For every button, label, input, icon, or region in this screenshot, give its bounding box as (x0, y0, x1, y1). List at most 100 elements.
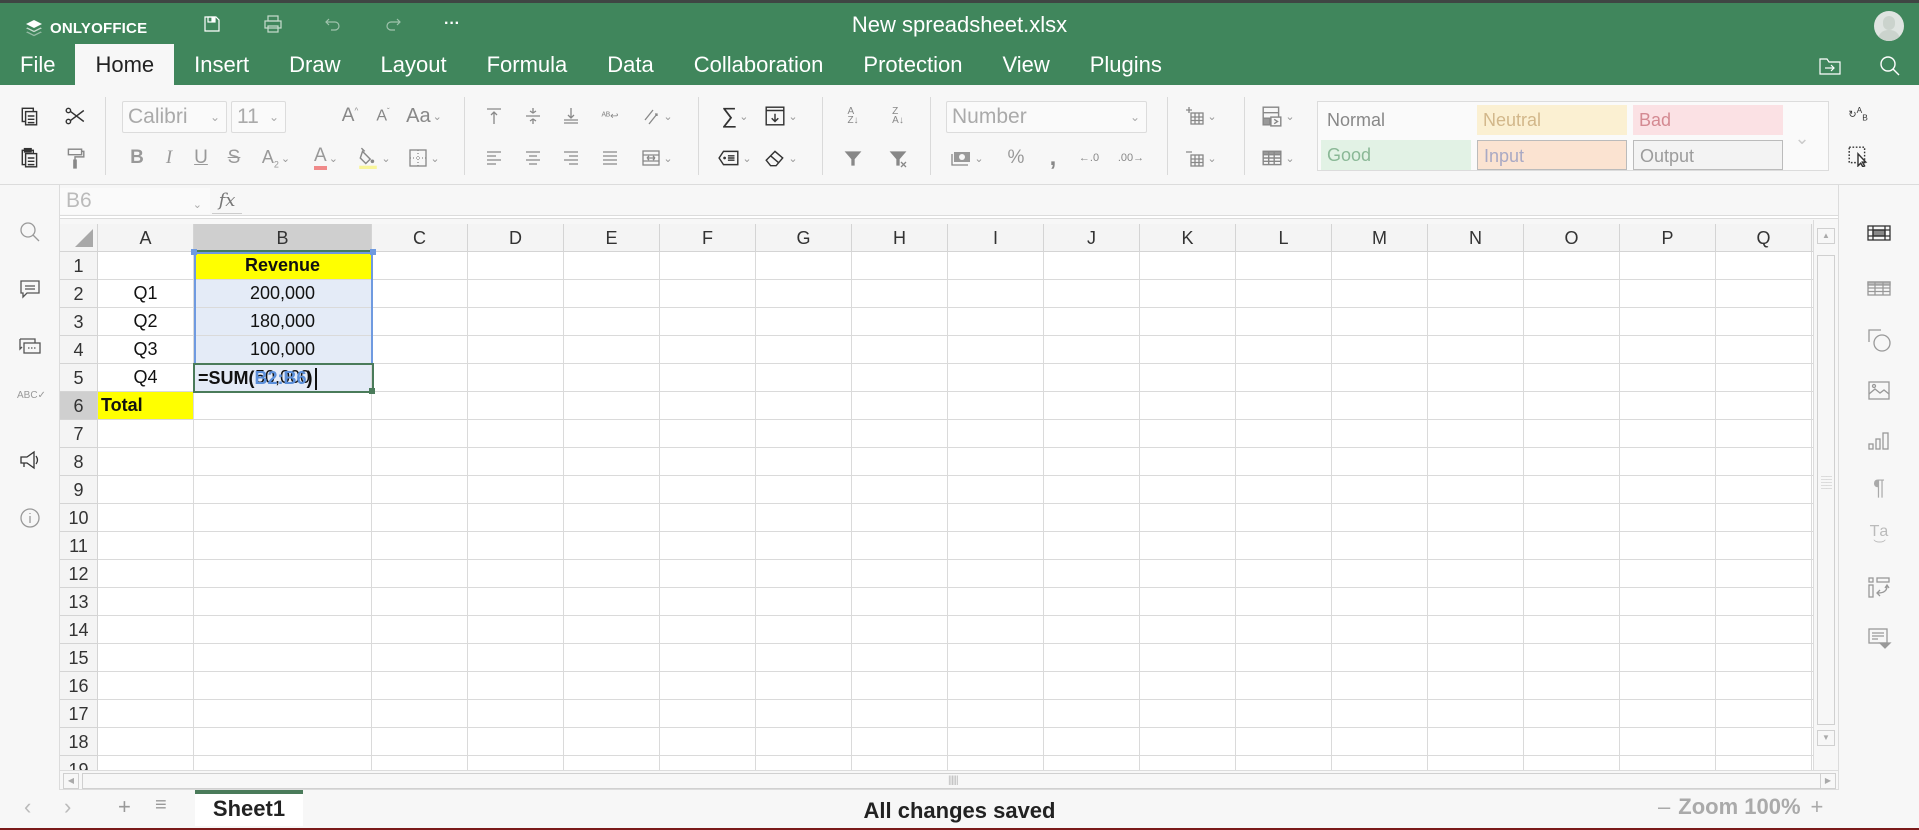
column-header-q[interactable]: Q (1716, 224, 1812, 252)
row-header-15[interactable]: 15 (60, 644, 98, 672)
scroll-left-button[interactable]: ◀ (63, 773, 79, 789)
zoom-in-button[interactable]: + (1811, 794, 1824, 819)
styles-expand-button[interactable]: ⌄ (1787, 125, 1817, 151)
cell-c11[interactable] (372, 532, 468, 560)
cell-q8[interactable] (1716, 448, 1812, 476)
tab-layout[interactable]: Layout (361, 44, 467, 85)
formula-input[interactable] (244, 188, 1838, 214)
cell-l2[interactable] (1236, 280, 1332, 308)
cell-c17[interactable] (372, 700, 468, 728)
row-header-17[interactable]: 17 (60, 700, 98, 728)
cell-b16[interactable] (194, 672, 372, 700)
cell-g9[interactable] (756, 476, 852, 504)
cell-n10[interactable] (1428, 504, 1524, 532)
clear-filter-button[interactable] (885, 145, 911, 171)
cell-q3[interactable] (1716, 308, 1812, 336)
cell-b2[interactable]: 200,000 (194, 280, 372, 308)
scroll-down-button[interactable]: ▼ (1817, 730, 1835, 746)
slicer-settings-button[interactable] (1866, 625, 1892, 651)
align-bottom-button[interactable] (558, 103, 584, 129)
cell-e18[interactable] (564, 728, 660, 756)
cell-o11[interactable] (1524, 532, 1620, 560)
cell-j15[interactable] (1044, 644, 1140, 672)
cell-k16[interactable] (1140, 672, 1236, 700)
cell-h5[interactable] (852, 364, 948, 392)
cell-q19[interactable] (1716, 756, 1812, 770)
cell-f14[interactable] (660, 616, 756, 644)
cell-j17[interactable] (1044, 700, 1140, 728)
column-header-l[interactable]: L (1236, 224, 1332, 252)
cell-j1[interactable] (1044, 252, 1140, 280)
cell-j4[interactable] (1044, 336, 1140, 364)
cell-k6[interactable] (1140, 392, 1236, 420)
increase-decimal-button[interactable]: .00→ (1114, 145, 1148, 171)
cell-j12[interactable] (1044, 560, 1140, 588)
sidebar-chat-button[interactable] (17, 333, 43, 359)
cell-a6[interactable]: Total (98, 392, 194, 420)
tab-draw[interactable]: Draw (269, 44, 360, 85)
row-header-10[interactable]: 10 (60, 504, 98, 532)
cell-g11[interactable] (756, 532, 852, 560)
cell-h17[interactable] (852, 700, 948, 728)
cell-e3[interactable] (564, 308, 660, 336)
spreadsheet-grid[interactable]: A B C D E F G H I J K L M N O P Q 1 Revenue 2 Q1 200,000 3 Q2 18… (60, 224, 1813, 770)
cell-k4[interactable] (1140, 336, 1236, 364)
cell-g5[interactable] (756, 364, 852, 392)
cell-f17[interactable] (660, 700, 756, 728)
cell-m12[interactable] (1332, 560, 1428, 588)
cell-b12[interactable] (194, 560, 372, 588)
cell-a11[interactable] (98, 532, 194, 560)
cell-f7[interactable] (660, 420, 756, 448)
cell-n17[interactable] (1428, 700, 1524, 728)
replace-button[interactable]: ↻AB (1845, 101, 1871, 127)
align-right-button[interactable] (558, 145, 584, 171)
cell-i12[interactable] (948, 560, 1044, 588)
cell-h14[interactable] (852, 616, 948, 644)
cell-e13[interactable] (564, 588, 660, 616)
column-header-k[interactable]: K (1140, 224, 1236, 252)
cell-a12[interactable] (98, 560, 194, 588)
cell-f3[interactable] (660, 308, 756, 336)
cell-j16[interactable] (1044, 672, 1140, 700)
cell-g8[interactable] (756, 448, 852, 476)
cell-c1[interactable] (372, 252, 468, 280)
cell-a15[interactable] (98, 644, 194, 672)
cell-c19[interactable] (372, 756, 468, 770)
cell-o14[interactable] (1524, 616, 1620, 644)
cell-o4[interactable] (1524, 336, 1620, 364)
row-header-11[interactable]: 11 (60, 532, 98, 560)
cell-style-output[interactable]: Output (1633, 140, 1783, 170)
cell-c14[interactable] (372, 616, 468, 644)
cell-h6[interactable] (852, 392, 948, 420)
cell-i2[interactable] (948, 280, 1044, 308)
cell-o6[interactable] (1524, 392, 1620, 420)
cell-d11[interactable] (468, 532, 564, 560)
cell-n3[interactable] (1428, 308, 1524, 336)
cell-n16[interactable] (1428, 672, 1524, 700)
cell-k11[interactable] (1140, 532, 1236, 560)
font-name-combo[interactable]: Calibri ⌄ (122, 101, 227, 133)
cell-b1[interactable]: Revenue (194, 252, 372, 280)
cell-e5[interactable] (564, 364, 660, 392)
cell-h4[interactable] (852, 336, 948, 364)
subscript-button[interactable]: A2 ⌄ (255, 145, 297, 171)
cell-i10[interactable] (948, 504, 1044, 532)
format-painter-button[interactable] (62, 145, 88, 171)
cell-o13[interactable] (1524, 588, 1620, 616)
cell-p4[interactable] (1620, 336, 1716, 364)
cell-o17[interactable] (1524, 700, 1620, 728)
cell-a14[interactable] (98, 616, 194, 644)
cell-p1[interactable] (1620, 252, 1716, 280)
cell-n4[interactable] (1428, 336, 1524, 364)
cell-settings-button[interactable] (1866, 220, 1892, 246)
cell-h16[interactable] (852, 672, 948, 700)
cell-d19[interactable] (468, 756, 564, 770)
cell-c3[interactable] (372, 308, 468, 336)
cell-n12[interactable] (1428, 560, 1524, 588)
column-header-n[interactable]: N (1428, 224, 1524, 252)
cell-b7[interactable] (194, 420, 372, 448)
cell-f5[interactable] (660, 364, 756, 392)
align-middle-button[interactable] (520, 103, 546, 129)
column-header-o[interactable]: O (1524, 224, 1620, 252)
underline-button[interactable]: U (188, 145, 214, 171)
